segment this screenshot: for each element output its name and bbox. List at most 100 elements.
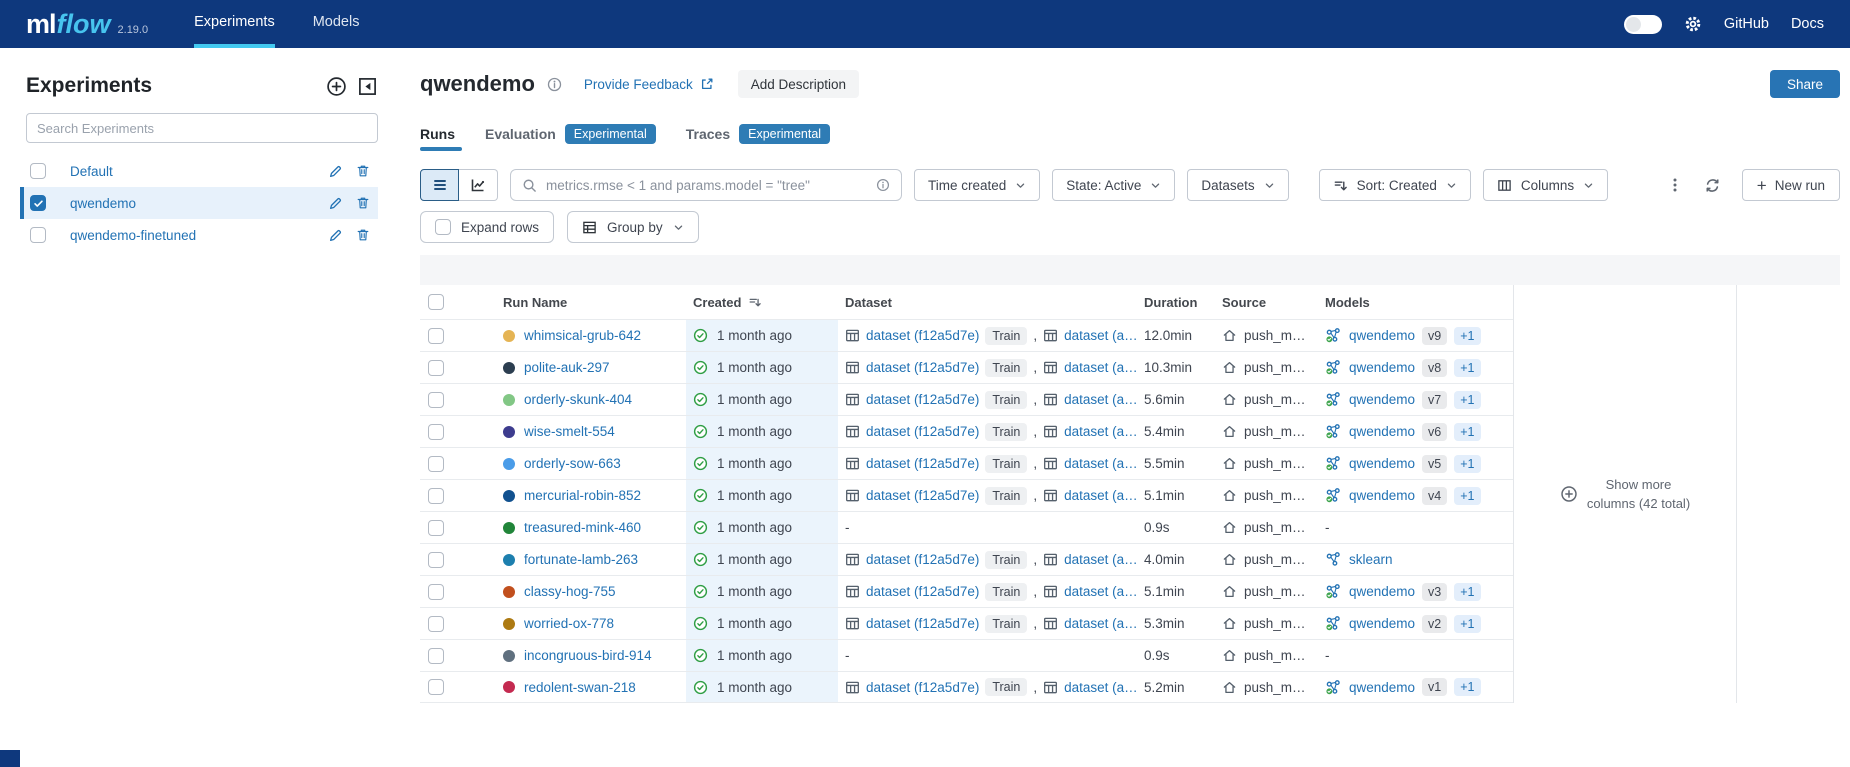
tab-traces[interactable]: Traces Experimental: [686, 124, 830, 153]
dataset-link[interactable]: dataset (f12a5d7e): [866, 488, 979, 503]
dataset-link[interactable]: dataset (f12a5d7e): [866, 584, 979, 599]
model-extra-badge[interactable]: +1: [1454, 678, 1480, 696]
run-source-label[interactable]: push_m…: [1244, 648, 1306, 663]
model-link[interactable]: qwendemo: [1349, 328, 1415, 343]
experiment-link[interactable]: qwendemo-finetuned: [70, 228, 328, 243]
model-extra-badge[interactable]: +1: [1454, 327, 1480, 345]
run-source-label[interactable]: push_m…: [1244, 520, 1306, 535]
run-name-link[interactable]: treasured-mink-460: [524, 520, 641, 535]
new-experiment-icon[interactable]: [326, 76, 347, 97]
run-name-link[interactable]: wise-smelt-554: [524, 424, 615, 439]
model-extra-badge[interactable]: +1: [1454, 487, 1480, 505]
experiment-list-item[interactable]: qwendemo-finetuned: [20, 219, 378, 251]
run-source-label[interactable]: push_m…: [1244, 584, 1306, 599]
column-header-duration[interactable]: Duration: [1140, 285, 1218, 319]
share-button[interactable]: Share: [1770, 70, 1840, 98]
model-link[interactable]: qwendemo: [1349, 616, 1415, 631]
dataset-link-secondary[interactable]: dataset (a…: [1064, 328, 1138, 343]
model-version-badge[interactable]: v2: [1422, 615, 1447, 633]
dataset-link-secondary[interactable]: dataset (a…: [1064, 552, 1138, 567]
run-checkbox[interactable]: [428, 679, 444, 695]
model-link[interactable]: qwendemo: [1349, 392, 1415, 407]
dataset-link-secondary[interactable]: dataset (a…: [1064, 456, 1138, 471]
run-checkbox[interactable]: [428, 616, 444, 632]
experiment-link[interactable]: Default: [70, 164, 328, 179]
run-source-label[interactable]: push_m…: [1244, 616, 1306, 631]
dataset-link-secondary[interactable]: dataset (a…: [1064, 584, 1138, 599]
run-checkbox[interactable]: [428, 520, 444, 536]
experiment-checkbox[interactable]: [30, 163, 46, 179]
column-header-created[interactable]: Created: [686, 285, 838, 319]
run-source-label[interactable]: push_m…: [1244, 680, 1306, 695]
experiment-checkbox[interactable]: [30, 195, 46, 211]
run-source-label[interactable]: push_m…: [1244, 392, 1306, 407]
sort-dropdown[interactable]: Sort: Created: [1319, 169, 1471, 201]
run-checkbox[interactable]: [428, 648, 444, 664]
docs-link[interactable]: Docs: [1791, 16, 1824, 32]
model-version-badge[interactable]: v6: [1422, 423, 1447, 441]
model-version-badge[interactable]: v5: [1422, 455, 1447, 473]
model-extra-badge[interactable]: +1: [1454, 359, 1480, 377]
run-name-link[interactable]: orderly-skunk-404: [524, 392, 632, 407]
dataset-link-secondary[interactable]: dataset (a…: [1064, 616, 1138, 631]
dataset-link[interactable]: dataset (f12a5d7e): [866, 328, 979, 343]
collapse-sidebar-icon[interactable]: [357, 76, 378, 97]
run-source-label[interactable]: push_m…: [1244, 328, 1306, 343]
model-extra-badge[interactable]: +1: [1454, 423, 1480, 441]
search-info-icon[interactable]: [876, 178, 890, 192]
experiment-checkbox[interactable]: [30, 227, 46, 243]
model-link[interactable]: qwendemo: [1349, 360, 1415, 375]
refresh-icon[interactable]: [1704, 177, 1721, 194]
model-extra-badge[interactable]: +1: [1454, 583, 1480, 601]
run-source-label[interactable]: push_m…: [1244, 424, 1306, 439]
run-name-link[interactable]: redolent-swan-218: [524, 680, 636, 695]
model-version-badge[interactable]: v3: [1422, 583, 1447, 601]
dataset-link[interactable]: dataset (f12a5d7e): [866, 424, 979, 439]
dataset-link[interactable]: dataset (f12a5d7e): [866, 616, 979, 631]
mlflow-logo[interactable]: ml flow 2.19.0: [26, 9, 148, 40]
model-link[interactable]: qwendemo: [1349, 680, 1415, 695]
column-header-dataset[interactable]: Dataset: [838, 285, 1140, 319]
info-icon[interactable]: [547, 77, 562, 92]
dataset-link[interactable]: dataset (f12a5d7e): [866, 360, 979, 375]
tab-evaluation[interactable]: Evaluation Experimental: [485, 124, 656, 153]
more-options-icon[interactable]: [1667, 177, 1683, 193]
run-name-link[interactable]: incongruous-bird-914: [524, 648, 652, 663]
dataset-link[interactable]: dataset (f12a5d7e): [866, 392, 979, 407]
tab-runs[interactable]: Runs: [420, 126, 455, 151]
run-name-link[interactable]: orderly-sow-663: [524, 456, 621, 471]
run-name-link[interactable]: mercurial-robin-852: [524, 488, 641, 503]
run-name-link[interactable]: classy-hog-755: [524, 584, 616, 599]
time-created-dropdown[interactable]: Time created: [914, 169, 1040, 201]
select-all-checkbox[interactable]: [428, 294, 444, 310]
edit-experiment-icon[interactable]: [328, 164, 343, 179]
model-link[interactable]: qwendemo: [1349, 456, 1415, 471]
group-by-dropdown[interactable]: Group by: [567, 211, 699, 243]
run-checkbox[interactable]: [428, 488, 444, 504]
gear-icon[interactable]: [1684, 15, 1702, 33]
search-experiments-input[interactable]: [26, 113, 378, 143]
state-filter-dropdown[interactable]: State: Active: [1052, 169, 1175, 201]
run-name-link[interactable]: worried-ox-778: [524, 616, 614, 631]
run-checkbox[interactable]: [428, 456, 444, 472]
delete-experiment-icon[interactable]: [356, 164, 370, 178]
show-more-columns-button[interactable]: Show more columns (42 total): [1560, 475, 1690, 514]
run-name-link[interactable]: whimsical-grub-642: [524, 328, 641, 343]
experiment-link[interactable]: qwendemo: [70, 196, 328, 211]
model-version-badge[interactable]: v4: [1422, 487, 1447, 505]
run-checkbox[interactable]: [428, 328, 444, 344]
run-source-label[interactable]: push_m…: [1244, 360, 1306, 375]
run-name-link[interactable]: polite-auk-297: [524, 360, 610, 375]
dataset-link-secondary[interactable]: dataset (a…: [1064, 424, 1138, 439]
provide-feedback-link[interactable]: Provide Feedback: [584, 77, 714, 92]
list-view-button[interactable]: [420, 169, 459, 201]
edit-experiment-icon[interactable]: [328, 228, 343, 243]
delete-experiment-icon[interactable]: [356, 196, 370, 210]
dataset-link[interactable]: dataset (f12a5d7e): [866, 680, 979, 695]
nav-tab-experiments[interactable]: Experiments: [194, 0, 275, 48]
column-header-source[interactable]: Source: [1218, 285, 1321, 319]
run-checkbox[interactable]: [428, 552, 444, 568]
model-version-badge[interactable]: v8: [1422, 359, 1447, 377]
runs-search-input[interactable]: [546, 178, 867, 193]
run-source-label[interactable]: push_m…: [1244, 552, 1306, 567]
